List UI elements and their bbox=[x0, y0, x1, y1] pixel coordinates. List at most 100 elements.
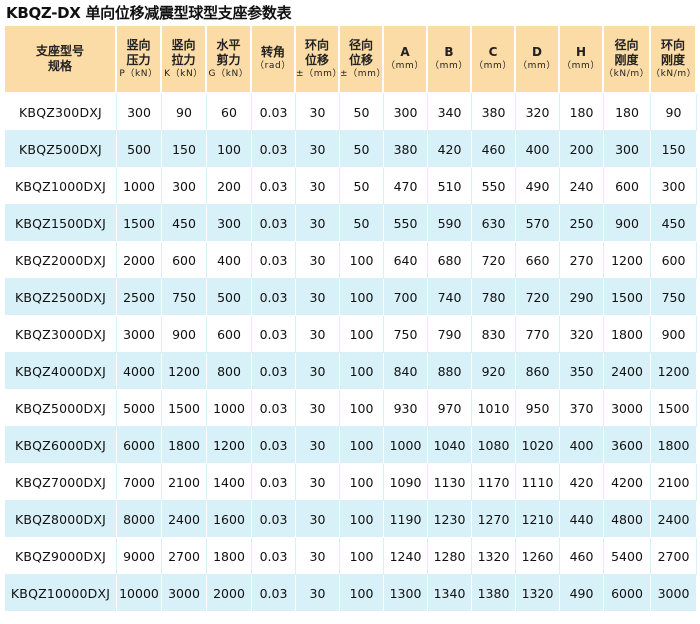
column-header: H （mm） bbox=[560, 26, 604, 94]
table-cell: 30 bbox=[296, 131, 340, 168]
model-cell: KBQZ1500DXJ bbox=[5, 205, 117, 242]
table-cell: 90 bbox=[162, 94, 207, 131]
table-cell: 60 bbox=[207, 94, 252, 131]
table-cell: 590 bbox=[428, 205, 472, 242]
table-cell: 0.03 bbox=[252, 168, 296, 205]
table-cell: 1320 bbox=[472, 538, 516, 575]
header-label-line: 环向 bbox=[660, 37, 685, 52]
table-cell: 30 bbox=[296, 242, 340, 279]
table-cell: 5400 bbox=[604, 538, 651, 575]
table-cell: 1000 bbox=[207, 390, 252, 427]
table-body: KBQZ300DXJ 300 90 60 0.03 30 50 300 340 380 320 180… bbox=[5, 94, 697, 612]
table-cell: 300 bbox=[207, 205, 252, 242]
header-unit: P（kN） bbox=[119, 68, 158, 79]
table-cell: 30 bbox=[296, 575, 340, 612]
table-cell: 1170 bbox=[472, 464, 516, 501]
parameter-table: 支座型号 规格 竖向 压力 P（kN） 竖向 拉力 K（kN） 水平 剪力 G（kN） 转角 （rad）… bbox=[5, 26, 697, 612]
table-cell: 490 bbox=[516, 168, 560, 205]
table-cell: 900 bbox=[651, 316, 697, 353]
table-cell: 0.03 bbox=[252, 279, 296, 316]
column-header: 环向 位移 ±（mm） bbox=[296, 26, 340, 94]
table-cell: 1800 bbox=[651, 427, 697, 464]
table-cell: 550 bbox=[384, 205, 428, 242]
table-cell: 570 bbox=[516, 205, 560, 242]
table-cell: 720 bbox=[472, 242, 516, 279]
table-cell: 90 bbox=[651, 94, 697, 131]
table-cell: 50 bbox=[340, 94, 384, 131]
table-cell: 1800 bbox=[604, 316, 651, 353]
table-cell: 0.03 bbox=[252, 316, 296, 353]
table-cell: 1110 bbox=[516, 464, 560, 501]
table-cell: 320 bbox=[560, 316, 604, 353]
table-cell: 100 bbox=[340, 464, 384, 501]
model-cell: KBQZ9000DXJ bbox=[5, 538, 117, 575]
table-cell: 30 bbox=[296, 353, 340, 390]
column-header: 环向 刚度 （kN/m） bbox=[651, 26, 697, 94]
table-cell: 420 bbox=[428, 131, 472, 168]
table-cell: 750 bbox=[651, 279, 697, 316]
model-cell: KBQZ7000DXJ bbox=[5, 464, 117, 501]
model-cell: KBQZ4000DXJ bbox=[5, 353, 117, 390]
table-cell: 100 bbox=[340, 390, 384, 427]
header-unit: （mm） bbox=[386, 61, 424, 71]
model-cell: KBQZ500DXJ bbox=[5, 131, 117, 168]
table-cell: 4800 bbox=[604, 501, 651, 538]
column-header: 竖向 压力 P（kN） bbox=[117, 26, 162, 94]
model-cell: KBQZ8000DXJ bbox=[5, 501, 117, 538]
table-cell: 500 bbox=[117, 131, 162, 168]
model-cell: KBQZ3000DXJ bbox=[5, 316, 117, 353]
table-cell: 180 bbox=[604, 94, 651, 131]
table-cell: 200 bbox=[560, 131, 604, 168]
table-cell: 600 bbox=[162, 242, 207, 279]
model-cell: KBQZ5000DXJ bbox=[5, 390, 117, 427]
header-label-line: 环向 bbox=[304, 37, 329, 52]
table-cell: 900 bbox=[604, 205, 651, 242]
table-cell: 1200 bbox=[162, 353, 207, 390]
table-cell: 0.03 bbox=[252, 205, 296, 242]
table-cell: 800 bbox=[207, 353, 252, 390]
table-cell: 500 bbox=[207, 279, 252, 316]
table-cell: 30 bbox=[296, 279, 340, 316]
table-cell: 1080 bbox=[472, 427, 516, 464]
table-cell: 860 bbox=[516, 353, 560, 390]
table-cell: 550 bbox=[472, 168, 516, 205]
column-header: 径向 位移 ±（mm） bbox=[340, 26, 384, 94]
table-cell: 5000 bbox=[117, 390, 162, 427]
table-cell: 1320 bbox=[516, 575, 560, 612]
header-unit: （kN/m） bbox=[651, 68, 697, 79]
table-cell: 100 bbox=[340, 242, 384, 279]
header-label-line: 转角 bbox=[260, 45, 285, 59]
table-cell: 1000 bbox=[384, 427, 428, 464]
column-header: 转角 （rad） bbox=[252, 26, 296, 94]
table-cell: 1200 bbox=[207, 427, 252, 464]
table-row: KBQZ300DXJ 300 90 60 0.03 30 50 300 340 380 320 180… bbox=[5, 94, 697, 131]
table-cell: 470 bbox=[384, 168, 428, 205]
model-cell: KBQZ6000DXJ bbox=[5, 427, 117, 464]
table-cell: 9000 bbox=[117, 538, 162, 575]
table-cell: 1380 bbox=[472, 575, 516, 612]
column-header: 支座型号 规格 bbox=[5, 26, 117, 94]
column-header: A （mm） bbox=[384, 26, 428, 94]
table-cell: 750 bbox=[162, 279, 207, 316]
table-cell: 50 bbox=[340, 168, 384, 205]
table-cell: 450 bbox=[162, 205, 207, 242]
header-unit: ±（mm） bbox=[296, 68, 340, 79]
table-cell: 780 bbox=[472, 279, 516, 316]
table-cell: 300 bbox=[117, 94, 162, 131]
table-cell: 300 bbox=[384, 94, 428, 131]
table-cell: 2000 bbox=[207, 575, 252, 612]
model-cell: KBQZ300DXJ bbox=[5, 94, 117, 131]
table-row: KBQZ4000DXJ 4000 1200 800 0.03 30 100 840 880 920… bbox=[5, 353, 697, 390]
header-unit: （mm） bbox=[430, 61, 468, 71]
table-cell: 4200 bbox=[604, 464, 651, 501]
table-cell: 180 bbox=[560, 94, 604, 131]
table-cell: 400 bbox=[516, 131, 560, 168]
table-cell: 2400 bbox=[604, 353, 651, 390]
table-cell: 340 bbox=[428, 94, 472, 131]
table-cell: 3600 bbox=[604, 427, 651, 464]
header-label-line: 位移 bbox=[304, 52, 329, 67]
column-header: 径向 刚度 （kN/m） bbox=[604, 26, 651, 94]
table-cell: 100 bbox=[340, 575, 384, 612]
table-cell: 460 bbox=[472, 131, 516, 168]
header-label-line: 剪力 bbox=[216, 52, 241, 67]
